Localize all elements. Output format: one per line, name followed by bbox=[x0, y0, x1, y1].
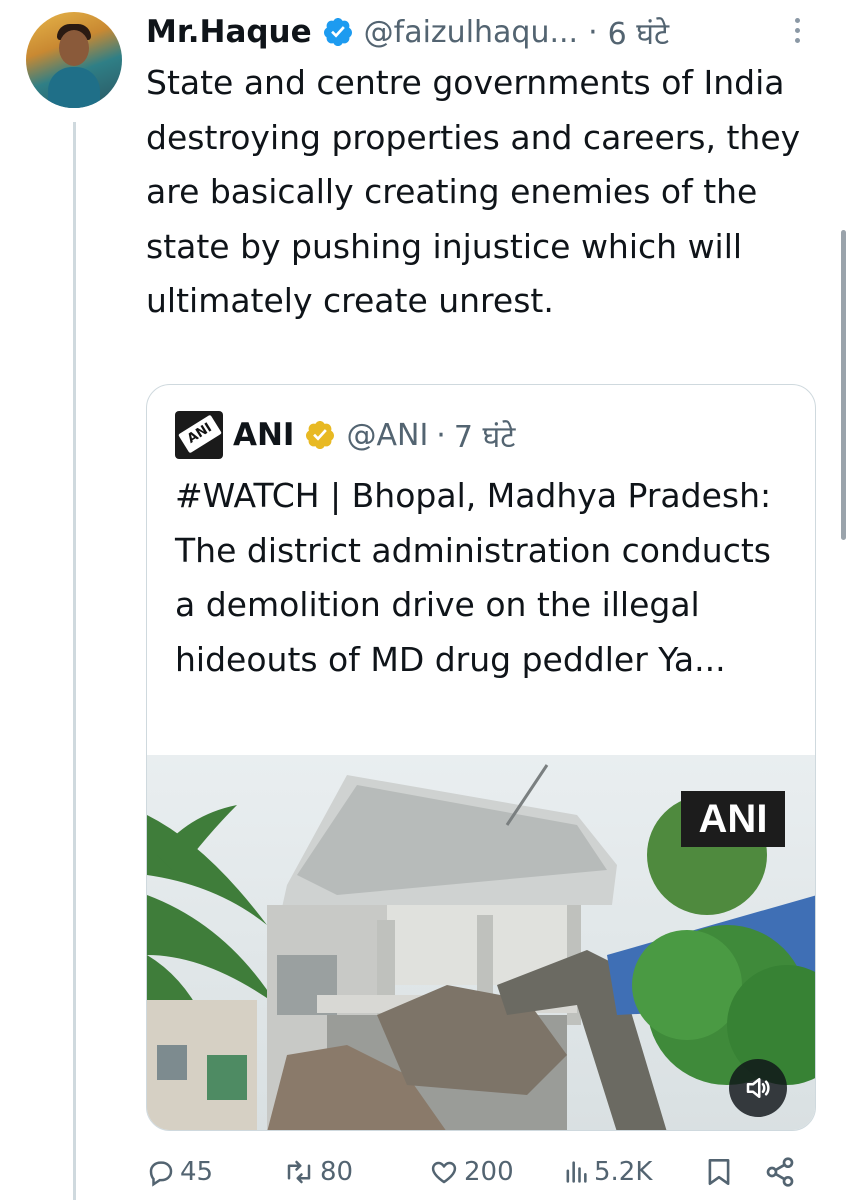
views-count: 5.2K bbox=[594, 1157, 653, 1187]
views-button[interactable]: 5.2K bbox=[562, 1150, 652, 1194]
quoted-timestamp[interactable]: 7 घंटे bbox=[454, 415, 515, 456]
views-chart-icon bbox=[566, 1161, 587, 1183]
quoted-handle[interactable]: @ANI bbox=[346, 418, 428, 453]
tweet-text: State and centre governments of India de… bbox=[146, 63, 801, 320]
like-count: 200 bbox=[464, 1157, 514, 1187]
verified-badge-icon bbox=[323, 18, 352, 46]
separator-dot: · bbox=[588, 14, 598, 50]
quoted-header: ANI ANI @ANI · 7 घंटे bbox=[175, 409, 515, 461]
gold-verified-badge-icon bbox=[306, 421, 335, 449]
reply-button[interactable]: 45 bbox=[146, 1150, 213, 1194]
scrollbar[interactable] bbox=[841, 230, 846, 540]
video-thumbnail[interactable]: ANI bbox=[147, 755, 815, 1130]
author-avatar[interactable] bbox=[26, 12, 122, 108]
like-button[interactable]: 200 bbox=[428, 1150, 514, 1194]
ani-logo-avatar[interactable]: ANI bbox=[175, 411, 223, 459]
reply-count: 45 bbox=[180, 1157, 214, 1187]
quoted-separator-dot: · bbox=[436, 417, 446, 453]
volume-icon[interactable] bbox=[729, 1059, 787, 1117]
author-name[interactable]: Mr.Haque bbox=[146, 14, 312, 50]
more-options-icon[interactable] bbox=[790, 18, 804, 50]
repost-button[interactable]: 80 bbox=[282, 1150, 353, 1194]
bookmark-button[interactable] bbox=[706, 1150, 732, 1194]
repost-count: 80 bbox=[320, 1157, 354, 1187]
quoted-text: #WATCH | Bhopal, Madhya Pradesh: The dis… bbox=[175, 476, 772, 679]
author-handle[interactable]: @faizulhaqu... bbox=[364, 15, 578, 50]
tweet-timestamp[interactable]: 6 घंटे bbox=[608, 12, 669, 53]
bookmark-icon bbox=[708, 1159, 730, 1185]
thread-line bbox=[73, 122, 76, 1200]
reply-icon bbox=[149, 1161, 173, 1187]
repost-icon bbox=[287, 1160, 311, 1184]
tweet-actions: 45 80 200 5.2K bbox=[146, 1150, 816, 1194]
quoted-author-name[interactable]: ANI bbox=[233, 417, 294, 453]
share-icon bbox=[766, 1157, 794, 1187]
share-button[interactable] bbox=[764, 1150, 796, 1194]
ani-watermark: ANI bbox=[681, 791, 785, 847]
tweet-header: Mr.Haque @faizulhaqu... · 6 घंटे bbox=[146, 10, 669, 54]
heart-icon bbox=[431, 1161, 457, 1184]
quoted-tweet[interactable]: ANI ANI @ANI · 7 घंटे #WATCH | Bhopal, M… bbox=[146, 384, 816, 1131]
